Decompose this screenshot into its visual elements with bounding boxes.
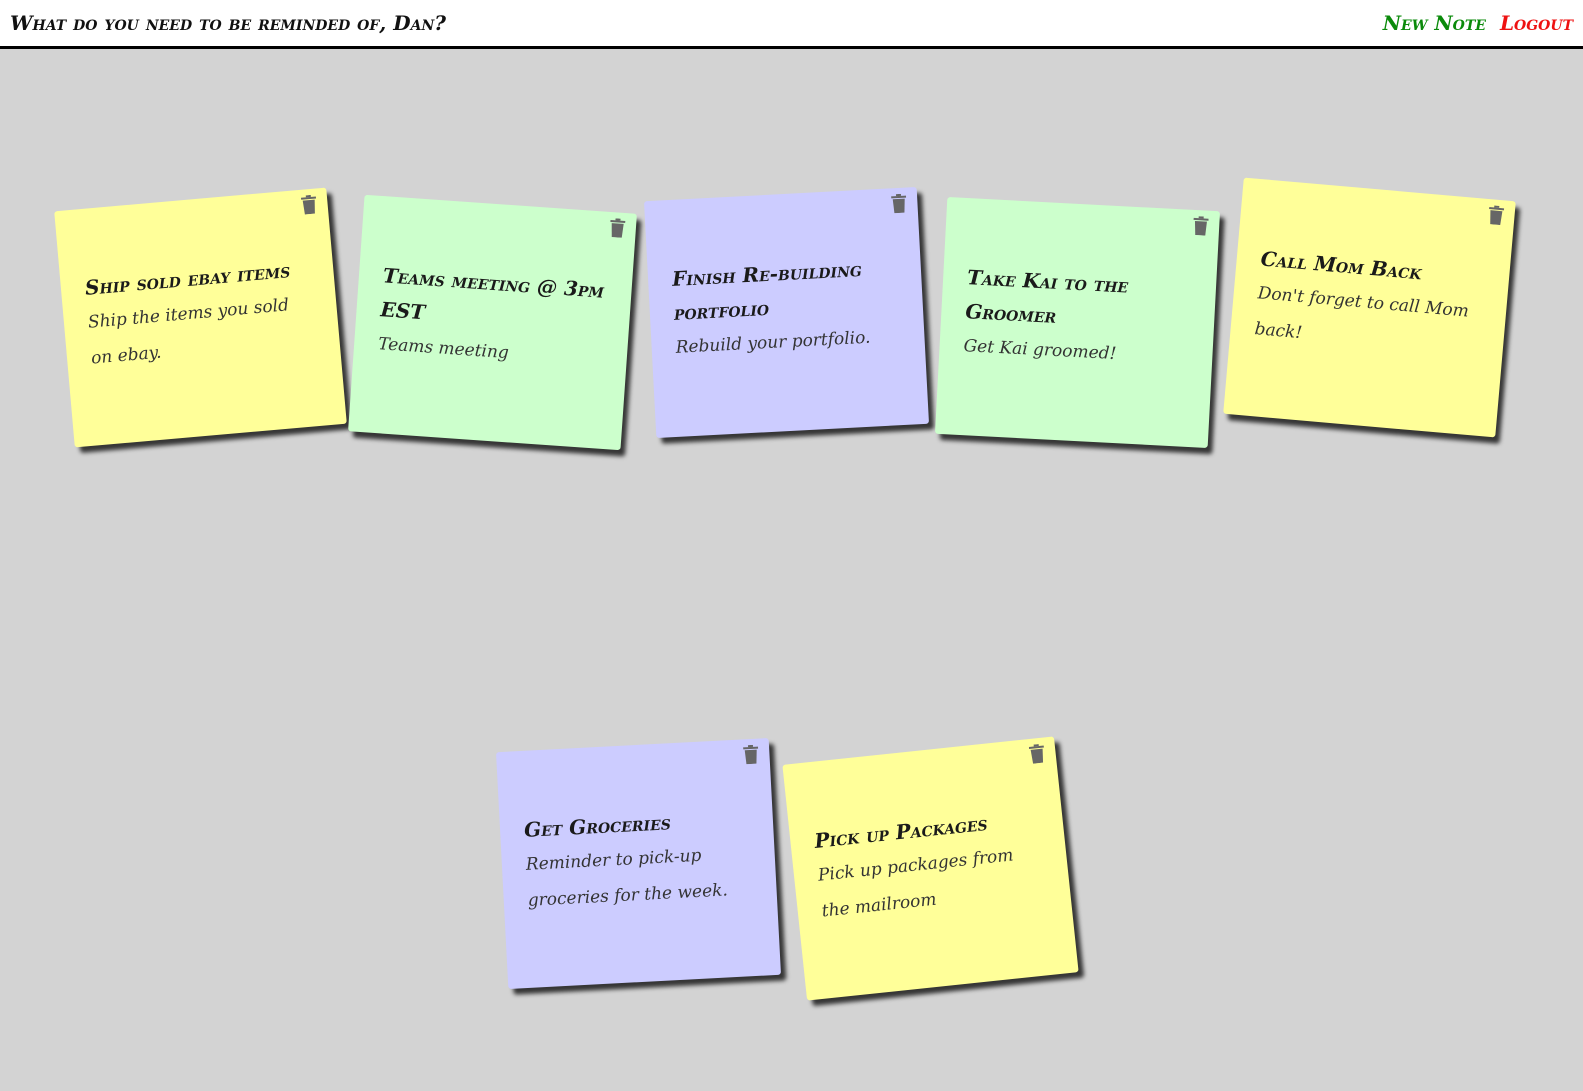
note-card[interactable]: Finish Re-building portfolio Rebuild you… [643, 187, 930, 438]
trash-icon[interactable] [300, 194, 318, 215]
new-note-link[interactable]: New Note [1383, 11, 1486, 35]
note-card[interactable]: Call Mom Back Don't forget to call Mom b… [1223, 177, 1516, 438]
greeting-heading: What do you need to be reminded of, Dan? [10, 11, 446, 35]
trash-icon[interactable] [1193, 216, 1209, 236]
note-card[interactable]: Teams meeting @ 3pm EST Teams meeting [348, 194, 637, 451]
note-card[interactable]: Get Groceries Reminder to pick-up grocer… [495, 738, 782, 989]
top-bar: What do you need to be reminded of, Dan?… [0, 0, 1583, 49]
trash-icon[interactable] [1488, 205, 1505, 226]
note-title: Finish Re-building portfolio [671, 257, 863, 325]
note-card[interactable]: Ship sold ebay items Ship the items you … [54, 187, 347, 448]
trash-icon[interactable] [891, 193, 907, 214]
note-title: Take Kai to the Groomer [964, 265, 1129, 328]
note-card[interactable]: Take Kai to the Groomer Get Kai groomed! [934, 197, 1221, 448]
trash-icon[interactable] [1028, 743, 1046, 764]
nav-links: New Note Logout [1383, 11, 1573, 35]
logout-link[interactable]: Logout [1500, 11, 1573, 35]
note-card[interactable]: Pick up Packages Pick up packages from t… [782, 736, 1079, 1001]
trash-icon[interactable] [609, 218, 626, 238]
note-body: Reminder to pick-up groceries for the we… [525, 845, 729, 911]
trash-icon[interactable] [743, 744, 759, 765]
